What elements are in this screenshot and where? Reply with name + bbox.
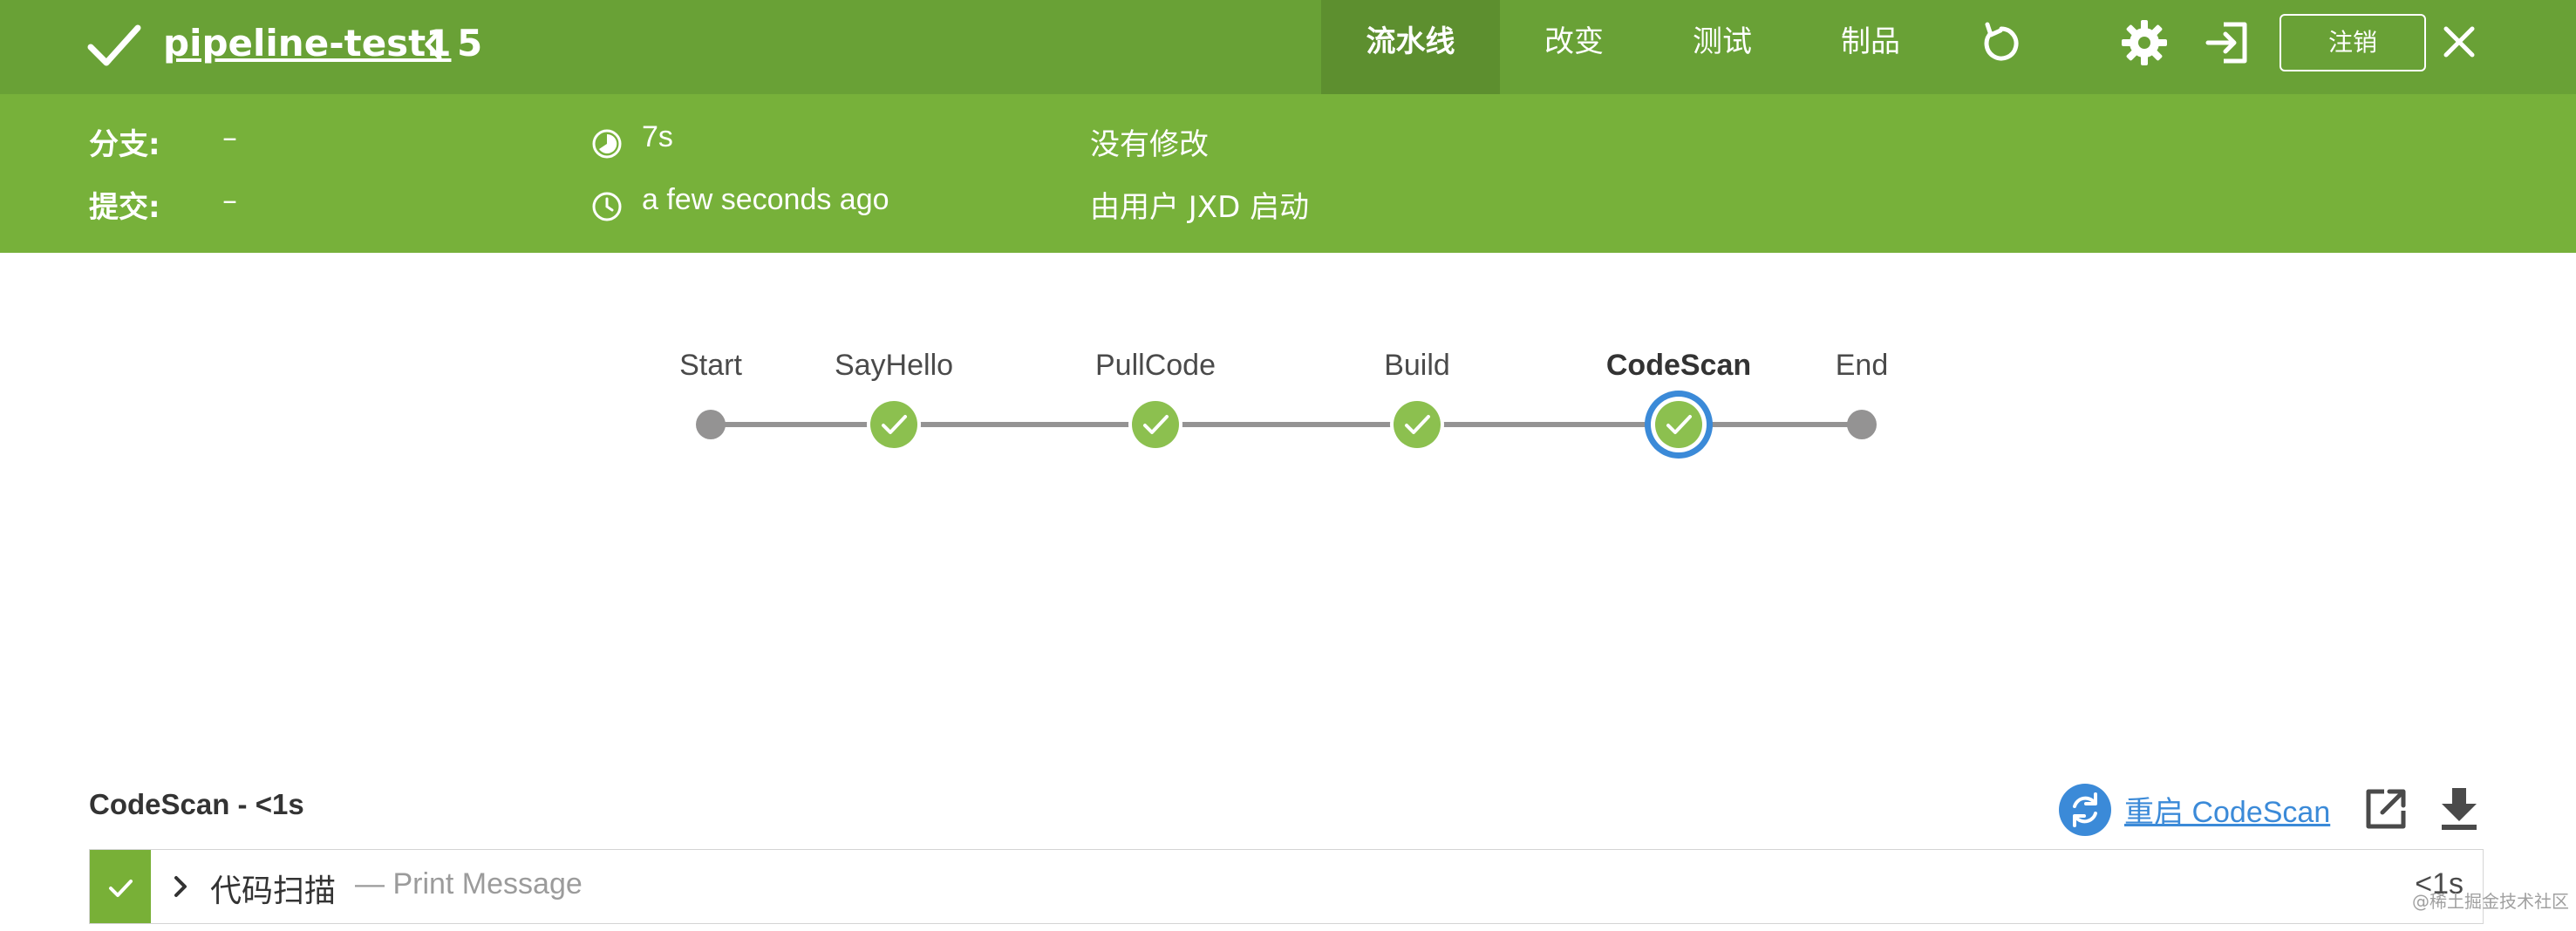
gear-icon[interactable] xyxy=(2121,19,2168,66)
step-row[interactable]: 代码扫描 — Print Message <1s xyxy=(89,849,2484,924)
download-icon[interactable] xyxy=(2438,785,2480,832)
tab-changes[interactable]: 改变 xyxy=(1500,0,1648,94)
exit-icon[interactable] xyxy=(2205,19,2252,66)
restart-stage-link[interactable]: 重启 CodeScan xyxy=(2124,788,2330,831)
trigger-info: 由用户 JXD 启动 xyxy=(1090,190,1310,225)
tab-pipeline[interactable]: 流水线 xyxy=(1321,0,1500,94)
stage-node-codescan-selected[interactable] xyxy=(1645,391,1713,459)
stage-node-sayhello[interactable] xyxy=(867,398,921,452)
end-node xyxy=(1847,410,1877,439)
pipeline-graph: Start SayHello PullCode Build CodeScan E… xyxy=(0,253,2576,758)
chevron-left-icon xyxy=(425,29,442,60)
check-icon xyxy=(109,880,133,897)
step-name: 代码扫描 xyxy=(210,873,337,909)
stage-node-pullcode[interactable] xyxy=(1128,398,1182,452)
stage-graph-svg xyxy=(696,391,1877,459)
duration-value: 7s xyxy=(642,120,673,153)
step-description: — Print Message xyxy=(355,867,583,900)
watermark: @稀土掘金技术社区 xyxy=(2412,891,2569,912)
duration-icon xyxy=(592,129,622,159)
commit-label: 提交: xyxy=(89,190,160,225)
start-node xyxy=(696,410,726,439)
stage-node-build[interactable] xyxy=(1390,398,1444,452)
branch-value: – xyxy=(222,120,237,155)
pipeline-name-link[interactable]: pipeline-test1 xyxy=(163,17,451,70)
branch-label: 分支: xyxy=(89,127,160,162)
step-panel-title: CodeScan - <1s xyxy=(89,788,304,820)
chevron-right-icon[interactable] xyxy=(170,873,191,900)
clock-icon xyxy=(592,192,622,221)
run-info-bar: 分支: – 提交: – 7s a few seconds ago 没有修改 由用… xyxy=(0,94,2576,253)
replay-icon[interactable] xyxy=(1980,21,2023,65)
commit-value: – xyxy=(222,183,237,218)
step-status-success xyxy=(90,850,151,923)
changes-status: 没有修改 xyxy=(1090,127,1209,162)
open-in-new-window-icon[interactable] xyxy=(2363,786,2409,832)
logout-button[interactable]: 注销 xyxy=(2280,14,2426,71)
check-icon xyxy=(87,24,141,66)
close-icon[interactable] xyxy=(2442,24,2477,59)
restart-stage-icon[interactable] xyxy=(2059,784,2111,836)
tab-artifacts[interactable]: 制品 xyxy=(1796,0,1945,94)
tab-tests[interactable]: 测试 xyxy=(1648,0,1796,94)
run-number: 5 xyxy=(457,22,483,65)
top-header: pipeline-test1 5 流水线 改变 测试 制品 注销 xyxy=(0,0,2576,94)
started-time: a few seconds ago xyxy=(642,183,889,216)
